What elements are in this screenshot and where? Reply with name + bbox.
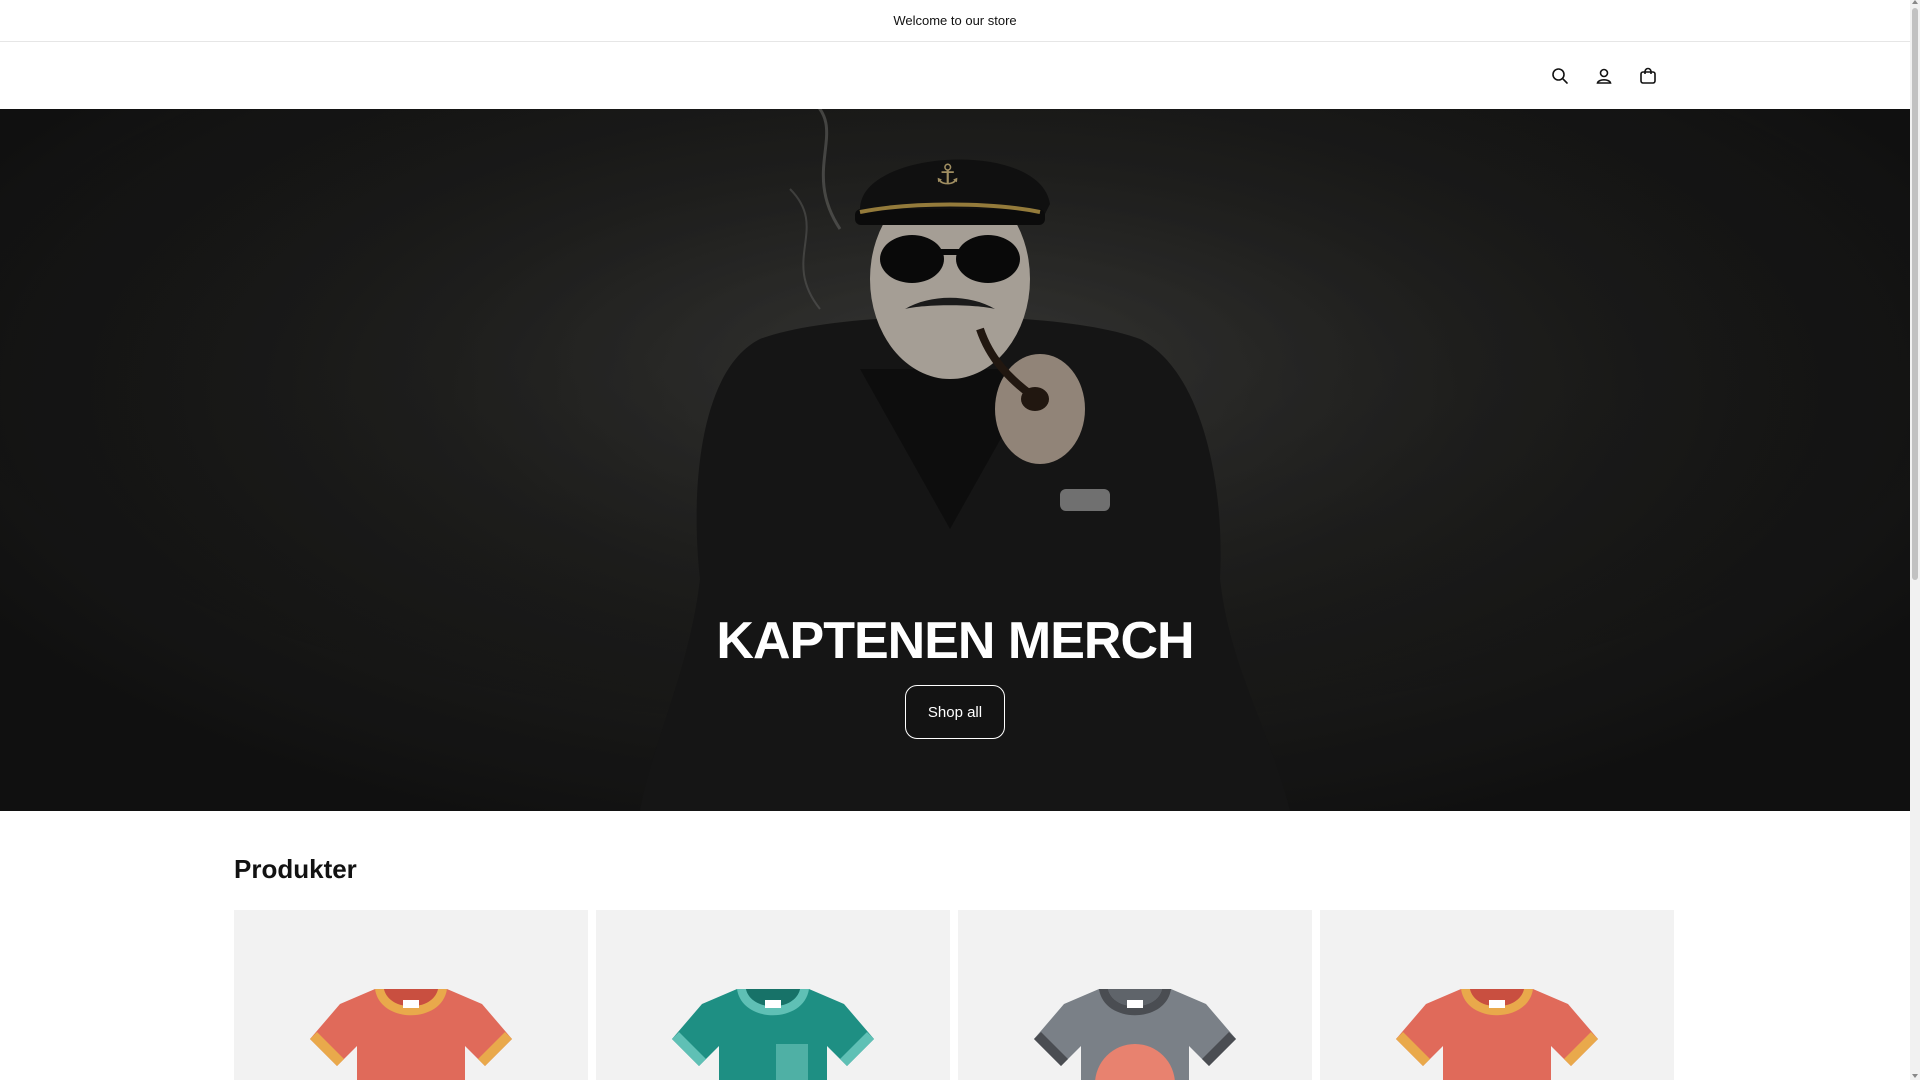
header-icons bbox=[1546, 42, 1662, 109]
scroll-thumb[interactable] bbox=[1912, 8, 1918, 580]
account-icon[interactable] bbox=[1590, 62, 1618, 90]
scrollbar[interactable] bbox=[1910, 0, 1920, 1080]
tshirt-icon bbox=[672, 989, 874, 1080]
tshirt-icon bbox=[1034, 989, 1236, 1080]
cart-icon[interactable] bbox=[1634, 62, 1662, 90]
shop-all-button[interactable]: Shop all bbox=[905, 685, 1005, 739]
announcement-bar: Welcome to our store bbox=[0, 0, 1910, 42]
scroll-up-arrow-icon[interactable] bbox=[1912, 0, 1918, 4]
hero-title: KAPTENEN MERCH bbox=[716, 612, 1194, 670]
products-heading: Produkter bbox=[234, 854, 357, 884]
page: Welcome to our store ⚓ KAPTENEN MERCH Sh… bbox=[0, 0, 1910, 1080]
product-card[interactable] bbox=[958, 910, 1312, 1080]
header bbox=[0, 42, 1910, 109]
tshirt-icon bbox=[1396, 989, 1598, 1080]
tshirt-icon bbox=[310, 989, 512, 1080]
scroll-down-arrow-icon[interactable] bbox=[1912, 1074, 1918, 1078]
product-card[interactable] bbox=[234, 910, 588, 1080]
product-grid bbox=[234, 910, 1674, 1080]
search-icon[interactable] bbox=[1546, 62, 1574, 90]
hero-banner: ⚓ KAPTENEN MERCH Shop all bbox=[0, 109, 1910, 811]
product-card[interactable] bbox=[596, 910, 950, 1080]
announcement-text: Welcome to our store bbox=[893, 13, 1017, 28]
product-card[interactable] bbox=[1320, 910, 1674, 1080]
